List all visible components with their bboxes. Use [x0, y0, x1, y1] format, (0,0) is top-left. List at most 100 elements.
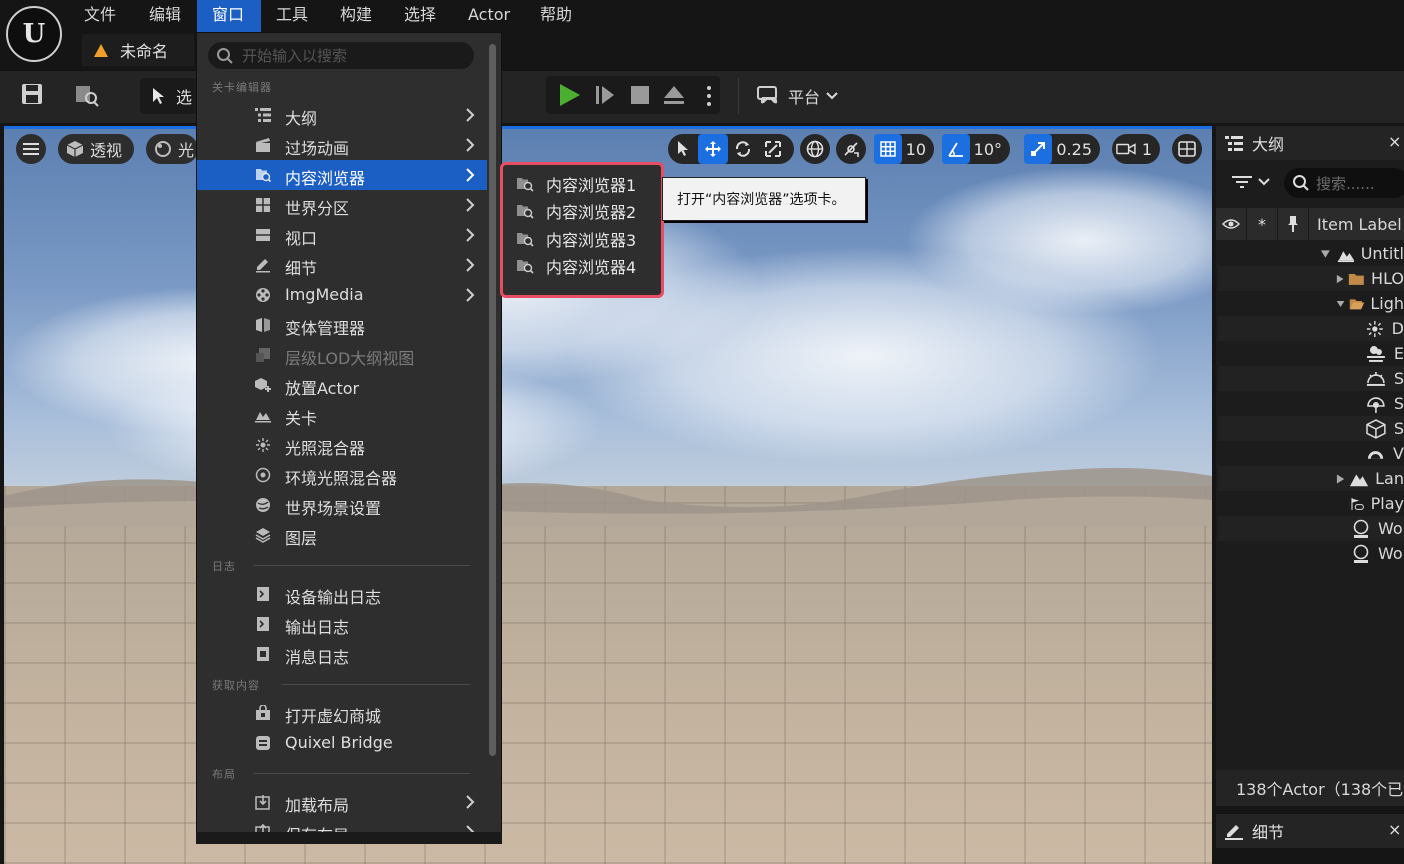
menu-help[interactable]: 帮助: [530, 0, 582, 32]
tree-row-volumetric-cloud[interactable]: V: [1218, 441, 1404, 466]
play-icon[interactable]: [556, 82, 582, 108]
tree-row-player-start[interactable]: Play: [1218, 491, 1404, 516]
menu-item-details[interactable]: 细节: [197, 250, 487, 280]
tree-row-landscape[interactable]: Lan: [1218, 466, 1404, 491]
layers-icon: [255, 528, 271, 543]
tree-row-exponential-fog[interactable]: E: [1218, 341, 1404, 366]
outliner-column-header: * Item Label: [1216, 208, 1404, 240]
menu-window[interactable]: 窗口: [197, 0, 261, 32]
submenu-content-browser-1[interactable]: 内容浏览器1: [516, 171, 636, 197]
menu-item-viewport[interactable]: 视口: [197, 220, 487, 250]
move-tool-icon[interactable]: [698, 134, 728, 164]
tree-row-world[interactable]: Untitl: [1218, 241, 1404, 266]
tree-row-sphere-reflection[interactable]: S: [1218, 416, 1404, 441]
tree-row-world-data-layers[interactable]: Wo: [1218, 516, 1404, 541]
tree-row-directional-light[interactable]: D: [1218, 316, 1404, 341]
outliner-search-placeholder: 搜索......: [1316, 174, 1375, 193]
menu-item-device-output-log[interactable]: 设备输出日志: [197, 579, 487, 609]
submenu-content-browser-3[interactable]: 内容浏览器3: [516, 226, 636, 252]
menu-item-place-actor[interactable]: 放置Actor: [197, 370, 487, 400]
tree-row-lighting[interactable]: Ligh: [1218, 291, 1404, 316]
menu-item-imgmedia[interactable]: ImgMedia: [197, 280, 487, 310]
menu-item-cinematics[interactable]: 过场动画: [197, 130, 487, 160]
menu-tools[interactable]: 工具: [266, 0, 318, 32]
menu-item-load-layout[interactable]: 加载布局: [197, 787, 487, 817]
camera-speed-button[interactable]: 1: [1112, 134, 1160, 164]
outliner-close-button[interactable]: ×: [1388, 132, 1401, 151]
outliner-search-input[interactable]: 搜索......: [1284, 168, 1404, 198]
stop-icon[interactable]: [630, 85, 650, 105]
surface-snap-button[interactable]: [836, 134, 866, 164]
submenu-content-browser-2[interactable]: 内容浏览器2: [516, 198, 636, 224]
eject-icon[interactable]: [663, 84, 685, 106]
scale-tool-icon[interactable]: [758, 134, 788, 164]
tree-row-sky-atmosphere[interactable]: S: [1218, 366, 1404, 391]
visibility-eye-icon[interactable]: [1216, 208, 1247, 240]
save-icon[interactable]: [20, 82, 44, 106]
menu-item-label: 放置Actor: [285, 379, 360, 398]
rotation-snap-value: 10°: [973, 139, 1002, 159]
submenu-item-label: 内容浏览器3: [546, 231, 637, 250]
menu-item-output-log[interactable]: 输出日志: [197, 609, 487, 639]
tree-row-hlod[interactable]: HLO: [1218, 266, 1404, 291]
menu-file[interactable]: 文件: [74, 0, 126, 32]
chevron-down-icon: [1320, 249, 1330, 258]
outliner-filter-button[interactable]: [1232, 174, 1270, 190]
tree-row-label: Wo: [1378, 544, 1403, 563]
tree-row-sky-light[interactable]: S: [1218, 391, 1404, 416]
details-close-button[interactable]: ×: [1388, 820, 1401, 839]
menu-item-world-settings[interactable]: 世界场景设置: [197, 490, 487, 520]
chevron-right-icon: [466, 795, 475, 809]
globe-icon: [806, 140, 824, 158]
menu-item-quixel-bridge[interactable]: Quixel Bridge: [197, 728, 487, 758]
menu-select[interactable]: 选择: [394, 0, 446, 32]
viewport-options-button[interactable]: [16, 134, 46, 164]
chevron-down-icon: [1258, 178, 1270, 186]
menu-item-label: 过场动画: [285, 139, 350, 158]
pin-icon[interactable]: [1278, 208, 1309, 240]
menu-search-input[interactable]: 开始输入以搜索: [208, 42, 474, 69]
rotation-snap-button[interactable]: 10°: [942, 134, 1010, 164]
select-mode-button[interactable]: 选: [140, 78, 200, 114]
device-log-icon: [257, 587, 269, 601]
rotate-tool-icon[interactable]: [728, 134, 758, 164]
select-tool-icon[interactable]: [668, 134, 698, 164]
menu-scrollbar[interactable]: [489, 44, 496, 756]
viewport-layout-button[interactable]: [1172, 134, 1202, 164]
menu-item-variant-manager[interactable]: 变体管理器: [197, 310, 487, 340]
scale-snap-button[interactable]: 0.25: [1024, 134, 1100, 164]
menu-build[interactable]: 构建: [330, 0, 382, 32]
menu-item-layers[interactable]: 图层: [197, 520, 487, 550]
level-tab[interactable]: 未命名: [82, 34, 194, 66]
menu-edit[interactable]: 编辑: [139, 0, 191, 32]
item-label-column[interactable]: Item Label: [1309, 215, 1402, 234]
menu-item-world-partition[interactable]: 世界分区: [197, 190, 487, 220]
menu-item-outliner[interactable]: 大纲: [197, 100, 487, 130]
perspective-button[interactable]: 透视: [58, 134, 134, 164]
perspective-label: 透视: [90, 141, 123, 160]
advance-frame-icon[interactable]: [594, 84, 616, 106]
levels-icon: [255, 412, 271, 423]
menu-item-light-mixer[interactable]: 光照混合器: [197, 430, 487, 460]
world-space-button[interactable]: [800, 134, 830, 164]
output-log-icon: [257, 617, 269, 631]
more-options-icon[interactable]: [704, 84, 714, 108]
grid-snap-button[interactable]: 10: [874, 134, 934, 164]
menu-actor[interactable]: Actor: [458, 0, 520, 32]
platform-button[interactable]: 平台: [756, 78, 852, 114]
menu-item-marketplace[interactable]: 打开虚幻商城: [197, 698, 487, 728]
menu-item-env-light-mixer[interactable]: 环境光照混合器: [197, 460, 487, 490]
menu-item-message-log[interactable]: 消息日志: [197, 639, 487, 669]
search-icon: [217, 47, 233, 64]
menu-item-content-browser[interactable]: 内容浏览器: [197, 160, 487, 190]
viewport-icon: [256, 229, 270, 241]
menu-item-levels[interactable]: 关卡: [197, 400, 487, 430]
lit-mode-button[interactable]: 光: [146, 134, 198, 164]
asterisk-icon[interactable]: *: [1247, 208, 1278, 240]
hlod-icon: [256, 348, 270, 362]
browse-level-icon[interactable]: [74, 82, 100, 108]
unreal-logo-icon[interactable]: U: [6, 6, 62, 62]
tree-row-world-partition-mini-map[interactable]: Wo: [1218, 541, 1404, 566]
menu-item-save-layout[interactable]: 保存布局: [197, 817, 487, 833]
submenu-content-browser-4[interactable]: 内容浏览器4: [516, 253, 636, 279]
